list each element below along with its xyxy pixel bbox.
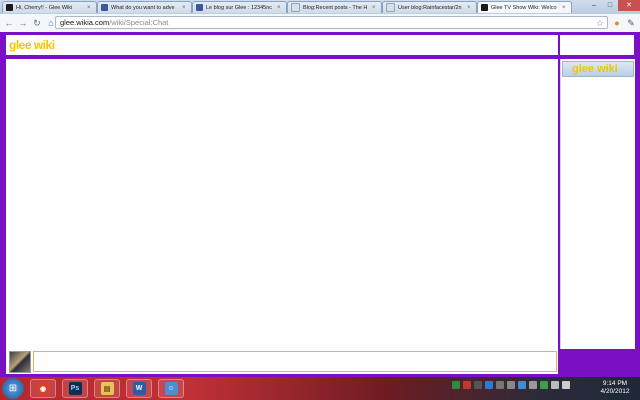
close-window-button[interactable]: ✕ <box>618 0 640 11</box>
tab-blog-recent-posts[interactable]: Blog:Recent posts - The H × <box>287 1 382 13</box>
explorer-taskbar-button[interactable]: ▤ <box>94 379 120 398</box>
windows-taskbar: ⊞ ◉ Ps ▤ W ☺ 9:14 PM 4/20/2012 <box>0 377 640 400</box>
url-path: /wiki/Special:Chat <box>109 18 169 27</box>
volume-icon[interactable] <box>562 381 570 389</box>
system-clock[interactable]: 9:14 PM 4/20/2012 <box>596 380 634 396</box>
word-taskbar-button[interactable]: W <box>126 379 152 398</box>
chat-input-bar <box>6 349 558 374</box>
facebook-favicon-icon <box>101 4 108 11</box>
clock-time: 9:14 PM <box>602 380 628 387</box>
back-button[interactable]: ← <box>2 18 16 28</box>
photoshop-icon: Ps <box>68 382 82 395</box>
folder-icon: ▤ <box>100 382 114 395</box>
url-host: glee.wikia.com <box>60 18 110 27</box>
chat-message-input[interactable] <box>33 351 557 372</box>
tray-app-icon[interactable] <box>540 381 548 389</box>
start-button[interactable]: ⊞ <box>2 378 24 399</box>
chat-header: glee wiki <box>6 35 558 55</box>
tray-app-icon[interactable] <box>518 381 526 389</box>
tab-title: Blog:Recent posts - The H <box>303 4 368 11</box>
tab-title: Hi, Cherry!! - Glee Wiki <box>16 4 73 11</box>
close-tab-icon[interactable]: × <box>467 5 473 11</box>
tab-glee-tv-show-wiki[interactable]: Glee TV Show Wiki: Welco × <box>477 1 572 13</box>
network-icon[interactable] <box>551 381 559 389</box>
messenger-taskbar-button[interactable]: ☺ <box>158 379 184 398</box>
close-tab-icon[interactable]: × <box>277 5 283 11</box>
loading-favicon-icon <box>291 3 300 12</box>
forward-button[interactable]: → <box>16 18 30 28</box>
close-tab-icon[interactable]: × <box>372 5 378 11</box>
close-tab-icon[interactable]: × <box>562 5 568 11</box>
minimize-button[interactable]: – <box>586 0 602 11</box>
room-entry[interactable]: glee wiki <box>562 61 634 77</box>
bookmark-star-icon[interactable]: ☆ <box>596 17 604 29</box>
avatar[interactable] <box>9 351 31 373</box>
chat-user-list: glee wiki <box>560 59 635 349</box>
close-tab-icon[interactable]: × <box>87 5 93 11</box>
loading-favicon-icon <box>386 3 395 12</box>
tab-strip: Hi, Cherry!! - Glee Wiki × What do you w… <box>0 0 640 14</box>
close-tab-icon[interactable]: × <box>182 5 188 11</box>
tray-app-icon[interactable] <box>474 381 482 389</box>
facebook-favicon-icon <box>196 4 203 11</box>
address-bar[interactable]: glee.wikia.com/wiki/Special:Chat ☆ <box>55 16 608 29</box>
tab-user-blog[interactable]: User blog:Rainfacestar/2n × <box>382 1 477 13</box>
tray-app-icon[interactable] <box>496 381 504 389</box>
chrome-icon: ◉ <box>36 382 50 395</box>
glee-wiki-logo[interactable]: glee wiki <box>9 38 55 52</box>
glee-wiki-room-logo: glee wiki <box>572 63 618 75</box>
window-controls: – □ ✕ <box>586 0 640 11</box>
browser-toolbar: ← → ↻ ⌂ glee.wikia.com/wiki/Special:Chat… <box>0 14 640 33</box>
word-icon: W <box>132 382 146 395</box>
photoshop-taskbar-button[interactable]: Ps <box>62 379 88 398</box>
system-tray <box>452 381 570 389</box>
chat-message-area[interactable] <box>6 59 558 349</box>
reload-button[interactable]: ↻ <box>30 18 44 29</box>
tab-title: Glee TV Show Wiki: Welco <box>491 4 557 11</box>
tray-app-icon[interactable] <box>507 381 515 389</box>
tab-title: User blog:Rainfacestar/2n <box>398 4 462 11</box>
extension-icon[interactable]: ● <box>611 17 623 29</box>
glee-favicon-icon <box>481 4 488 11</box>
tab-what-do-you-want[interactable]: What do you want to adve × <box>97 1 192 13</box>
tray-app-icon[interactable] <box>452 381 460 389</box>
tray-app-icon[interactable] <box>529 381 537 389</box>
tray-app-icon[interactable] <box>485 381 493 389</box>
chrome-taskbar-button[interactable]: ◉ <box>30 379 56 398</box>
wrench-menu-icon[interactable]: ✎ <box>625 17 637 29</box>
tab-title: What do you want to adve <box>111 4 175 11</box>
messenger-icon: ☺ <box>164 382 178 395</box>
maximize-button[interactable]: □ <box>602 0 618 11</box>
clock-date: 4/20/2012 <box>600 388 630 395</box>
glee-favicon-icon <box>6 4 13 11</box>
tab-hi-cherry[interactable]: Hi, Cherry!! - Glee Wiki × <box>2 1 97 13</box>
chat-header-right <box>560 35 634 55</box>
tab-le-blog[interactable]: Le blog sur Glee : 12345nc × <box>192 1 287 13</box>
tab-title: Le blog sur Glee : 12345nc <box>206 4 273 11</box>
tray-adobe-icon[interactable] <box>463 381 471 389</box>
